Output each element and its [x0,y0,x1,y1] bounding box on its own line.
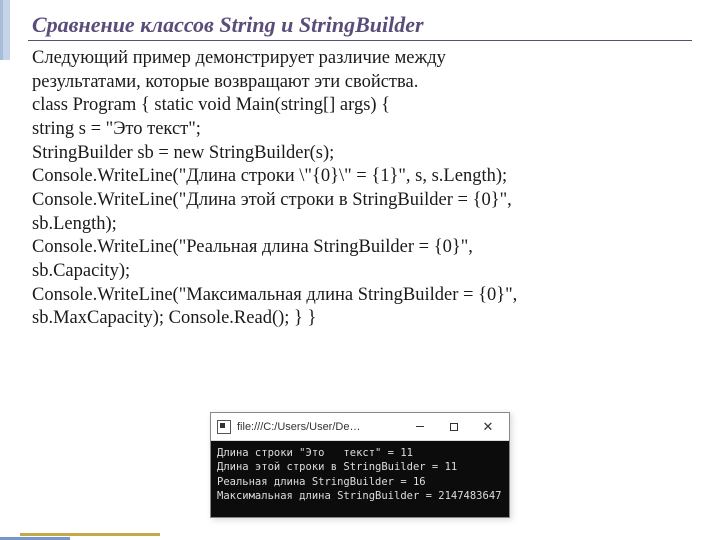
body-line: Следующий пример демонстрирует различие … [32,47,692,71]
body-line: Console.WriteLine("Реальная длина String… [32,236,692,260]
console-window-title: file:///C:/Users/User/De… [237,421,403,433]
slide-title: Сравнение классов String и StringBuilder [28,12,692,41]
body-line: sb.Length); [32,213,692,237]
window-controls: ✕ [403,416,505,438]
minimize-button[interactable] [403,416,437,438]
body-line: class Program { static void Main(string[… [32,94,692,118]
body-line: string s = "Это текст"; [32,118,692,142]
body-line: результатами, которые возвращают эти сво… [32,71,692,95]
body-line: sb.Capacity); [32,260,692,284]
body-line: StringBuilder sb = new StringBuilder(s); [32,142,692,166]
decoration-top-left [0,0,20,60]
body-line: Console.WriteLine("Максимальная длина St… [32,284,692,308]
console-line: Длина этой строки в StringBuilder = 11 [217,461,457,473]
close-icon: ✕ [483,420,494,433]
close-button[interactable]: ✕ [471,416,505,438]
console-titlebar: file:///C:/Users/User/De… ✕ [211,413,509,441]
slide-body: Следующий пример демонстрирует различие … [28,47,692,331]
slide: Сравнение классов String и StringBuilder… [0,0,720,540]
console-app-icon [217,420,231,434]
console-window: file:///C:/Users/User/De… ✕ Длина строки… [210,412,510,518]
body-line: Console.WriteLine("Длина этой строки в S… [32,189,692,213]
body-line: sb.MaxCapacity); Console.Read(); } } [32,307,692,331]
console-line: Максимальная длина StringBuilder = 21474… [217,490,501,502]
decoration-bottom-left [0,524,160,540]
console-output: Длина строки "Это текст" = 11 Длина этой… [211,441,509,517]
maximize-button[interactable] [437,416,471,438]
console-line: Реальная длина StringBuilder = 16 [217,476,426,488]
body-line: Console.WriteLine("Длина строки \"{0}\" … [32,165,692,189]
console-line: Длина строки "Это текст" = 11 [217,447,413,459]
